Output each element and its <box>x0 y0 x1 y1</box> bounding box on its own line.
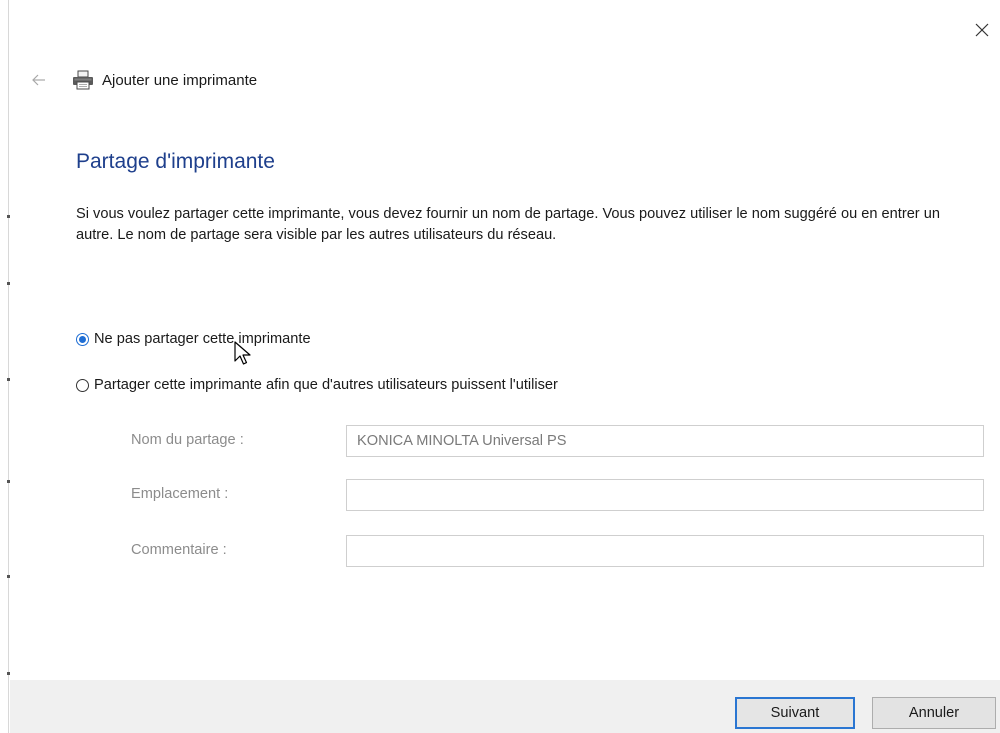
close-button[interactable] <box>964 14 1000 46</box>
radio-no-share-label: Ne pas partager cette imprimante <box>94 331 311 347</box>
border-tick <box>7 282 10 285</box>
back-button[interactable] <box>28 69 50 91</box>
border-tick <box>7 378 10 381</box>
radio-button-unchecked[interactable] <box>76 378 89 392</box>
description-text: Si vous voulez partager cette imprimante… <box>76 206 940 243</box>
add-printer-window: Ajouter une imprimante Partage d'imprima… <box>0 0 1000 733</box>
cancel-button[interactable]: Annuler <box>872 697 996 729</box>
wizard-footer: Suivant Annuler <box>10 680 1000 733</box>
wizard-title: Ajouter une imprimante <box>102 71 258 89</box>
location-input[interactable] <box>346 479 984 511</box>
next-button[interactable]: Suivant <box>735 697 855 729</box>
share-name-input[interactable] <box>346 425 984 457</box>
border-tick <box>7 672 10 675</box>
radio-no-share[interactable]: Ne pas partager cette imprimante <box>76 331 311 347</box>
border-tick <box>7 215 10 218</box>
location-label: Emplacement : <box>131 486 229 502</box>
page-heading: Partage d'imprimante <box>76 150 275 173</box>
radio-button-checked[interactable] <box>76 332 89 346</box>
close-icon <box>975 23 989 37</box>
share-name-label: Nom du partage : <box>131 432 244 448</box>
window-left-border <box>8 0 9 733</box>
wizard-header: Ajouter une imprimante <box>28 66 257 94</box>
radio-share-label: Partager cette imprimante afin que d'aut… <box>94 377 558 393</box>
radio-share[interactable]: Partager cette imprimante afin que d'aut… <box>76 377 558 393</box>
border-tick <box>7 575 10 578</box>
printer-icon <box>72 69 96 91</box>
comment-input[interactable] <box>346 535 984 567</box>
mouse-cursor-icon <box>234 341 251 365</box>
back-arrow-icon <box>32 74 45 86</box>
border-tick <box>7 480 10 483</box>
comment-label: Commentaire : <box>131 542 227 558</box>
